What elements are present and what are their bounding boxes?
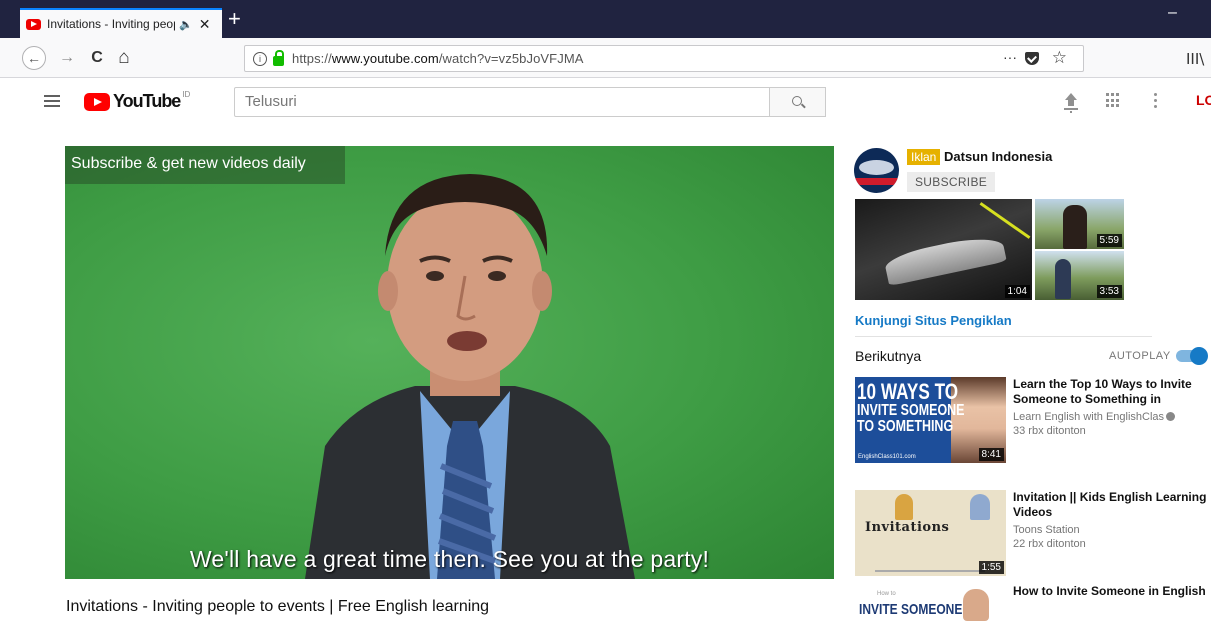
youtube-wordmark: YouTube bbox=[113, 91, 181, 111]
youtube-logo[interactable]: YouTube ID bbox=[84, 90, 191, 112]
advertiser-avatar[interactable] bbox=[854, 148, 899, 193]
recommended-channel: Toons Station bbox=[1013, 524, 1080, 536]
tab-title: Invitations - Inviting people bbox=[47, 17, 175, 31]
reload-button[interactable]: C bbox=[86, 47, 108, 69]
lock-icon bbox=[273, 49, 284, 66]
verified-icon bbox=[1166, 412, 1176, 421]
library-icon[interactable]: III\ bbox=[1186, 50, 1204, 68]
video-thumbnail[interactable]: Invitations 1:55 bbox=[855, 490, 1006, 576]
subscribe-overlay[interactable]: Subscribe & get new videos daily bbox=[65, 146, 345, 184]
menu-icon[interactable] bbox=[44, 95, 60, 107]
new-tab-button[interactable]: + bbox=[228, 8, 241, 30]
url-bar[interactable]: i https://www.youtube.com/watch?v=vz5bJo… bbox=[244, 45, 1084, 72]
browser-tab[interactable]: Invitations - Inviting people 🔈 ✕ bbox=[20, 8, 222, 38]
back-button[interactable]: ← bbox=[22, 46, 46, 70]
info-icon[interactable]: i bbox=[253, 51, 267, 66]
duration-badge: 8:41 bbox=[978, 448, 1004, 461]
ad-badge: Iklan bbox=[907, 149, 941, 165]
region-code: ID bbox=[182, 90, 191, 99]
search-button[interactable] bbox=[769, 87, 826, 117]
video-caption: We'll have a great time then. See you at… bbox=[189, 546, 710, 572]
recommended-views: 22 rbx ditonton bbox=[1013, 538, 1086, 550]
video-player[interactable]: Subscribe & get new videos daily We'll h… bbox=[65, 146, 834, 579]
more-options-icon[interactable] bbox=[1154, 93, 1158, 109]
autoplay-label: AUTOPLAY bbox=[1109, 350, 1171, 362]
ad-subscribe-button[interactable]: SUBSCRIBE bbox=[907, 172, 996, 192]
recommended-title[interactable]: Learn the Top 10 Ways to Invite Someone … bbox=[1013, 377, 1211, 407]
duration-badge: 1:04 bbox=[1004, 285, 1030, 298]
home-button[interactable]: ⌂ bbox=[113, 47, 135, 69]
ad-video-thumbnail[interactable]: 5:59 bbox=[1035, 199, 1124, 249]
divider bbox=[855, 336, 1152, 337]
duration-badge: 3:53 bbox=[1096, 285, 1122, 298]
youtube-favicon-icon bbox=[26, 18, 41, 30]
pocket-icon[interactable] bbox=[1025, 52, 1039, 65]
recommended-title[interactable]: How to Invite Someone in English bbox=[1013, 584, 1211, 599]
recommended-channel: Learn English with EnglishClas bbox=[1013, 411, 1211, 423]
recommended-views: 33 rbx ditonton bbox=[1013, 425, 1086, 437]
upload-icon[interactable] bbox=[1063, 93, 1079, 111]
ad-video-thumbnail[interactable]: 1:04 bbox=[855, 199, 1032, 300]
recommended-title[interactable]: Invitation || Kids English Learning Vide… bbox=[1013, 490, 1211, 520]
advertiser-name[interactable]: Datsun Indonesia bbox=[944, 149, 1052, 164]
video-title: Invitations - Inviting people to events … bbox=[66, 598, 490, 615]
tab-close-icon[interactable]: ✕ bbox=[199, 16, 211, 33]
autoplay-toggle[interactable] bbox=[1176, 347, 1208, 365]
search-input[interactable]: Telusuri bbox=[234, 87, 770, 117]
youtube-play-icon bbox=[84, 92, 110, 111]
search-icon bbox=[791, 96, 802, 106]
visit-advertiser-link[interactable]: Kunjungi Situs Pengiklan bbox=[855, 313, 1012, 328]
forward-button[interactable]: → bbox=[56, 47, 78, 69]
login-button[interactable]: LO bbox=[1196, 92, 1211, 108]
ad-video-thumbnail[interactable]: 3:53 bbox=[1035, 251, 1124, 300]
duration-badge: 1:55 bbox=[978, 561, 1004, 574]
duration-badge: 5:59 bbox=[1096, 234, 1122, 247]
bookmark-star-icon[interactable]: ☆ bbox=[1052, 48, 1067, 68]
video-thumbnail[interactable]: 10 WAYS TO INVITE SOMEONE TO SOMETHING E… bbox=[855, 377, 1006, 463]
browser-tab-strip: Invitations - Inviting people 🔈 ✕ + – bbox=[0, 0, 1211, 38]
youtube-header: YouTube ID Telusuri LO bbox=[0, 79, 1211, 129]
speaker-icon[interactable]: 🔈 bbox=[179, 18, 193, 31]
up-next-heading: Berikutnya bbox=[855, 348, 922, 364]
url-text: https://www.youtube.com/watch?v=vz5bJoVF… bbox=[292, 51, 584, 66]
presenter-image bbox=[305, 174, 635, 579]
apps-grid-icon[interactable] bbox=[1106, 93, 1121, 108]
minimize-button[interactable]: – bbox=[1168, 4, 1177, 22]
video-thumbnail[interactable]: How to INVITE SOMEONE bbox=[855, 584, 1006, 621]
page-actions-icon[interactable]: ··· bbox=[1003, 49, 1017, 65]
